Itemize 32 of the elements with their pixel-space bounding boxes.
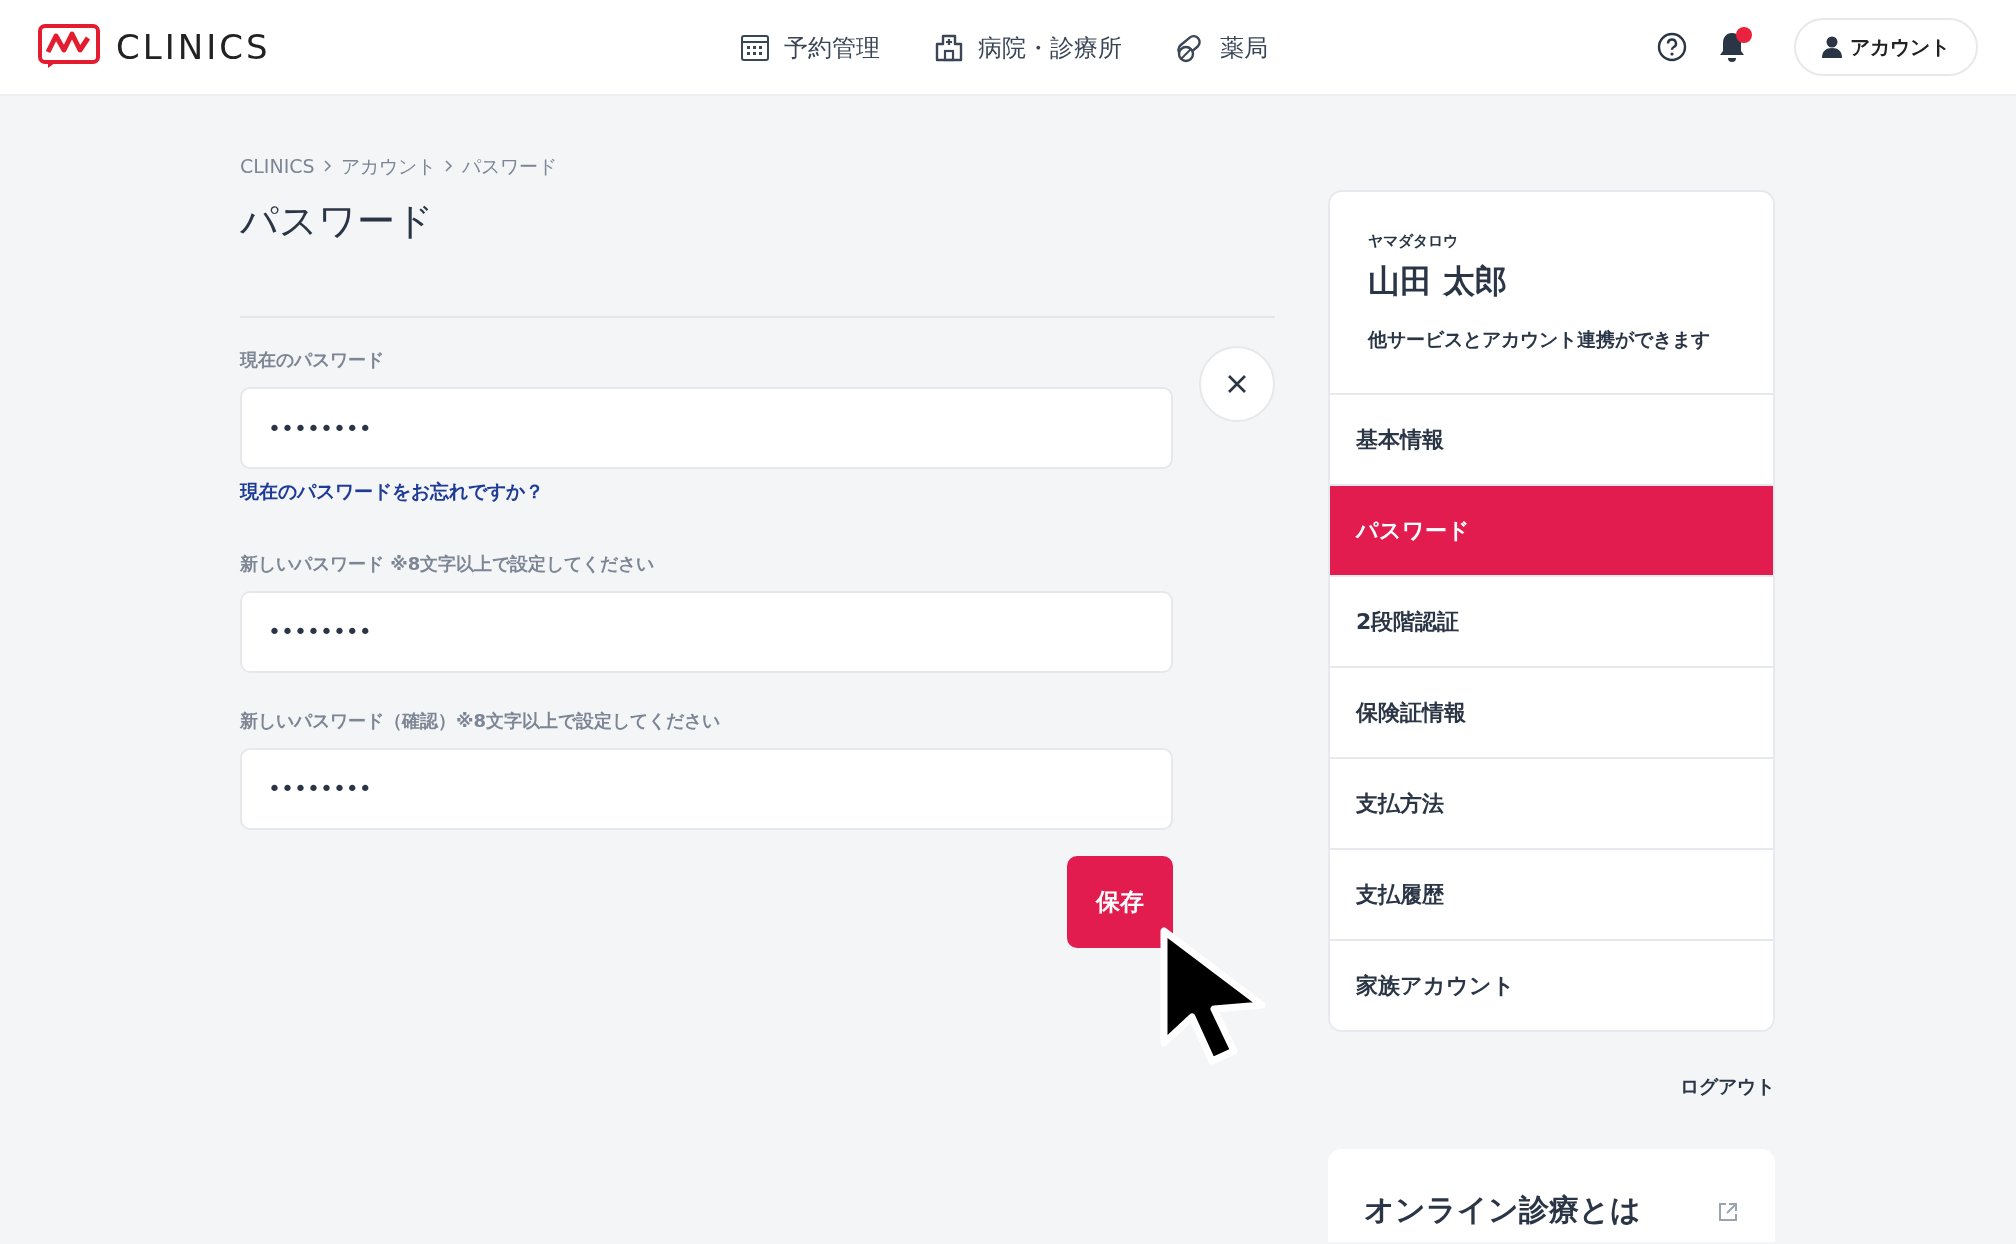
close-icon xyxy=(1227,374,1247,395)
user-name: 山田 太郎 xyxy=(1368,260,1509,302)
name-kana: ヤマダタロウ xyxy=(1368,231,1459,252)
field-label: 現在のパスワード xyxy=(240,348,385,373)
chevron-icon xyxy=(443,159,454,174)
breadcrumb-text: パスワード xyxy=(461,154,557,179)
hospital-icon xyxy=(934,32,964,64)
nav-link[interactable]: 病院・診療所 xyxy=(934,30,1122,66)
external-link-icon[interactable] xyxy=(1717,1200,1739,1223)
account-button[interactable]: アカウント xyxy=(1794,18,1978,76)
bell-icon[interactable] xyxy=(1718,31,1746,63)
forgot-password-link[interactable]: 現在のパスワードをお忘れですか？ xyxy=(240,477,544,506)
page-title: パスワード xyxy=(240,198,435,245)
menu-item[interactable]: パスワード xyxy=(1330,484,1773,575)
save-button[interactable]: 保存 xyxy=(1067,855,1173,948)
nav-link[interactable]: 予約管理 xyxy=(740,30,880,66)
field-label: 新しいパスワード ※8文字以上で設定してください xyxy=(240,551,656,576)
password-field[interactable]: •••••••• xyxy=(240,387,1173,470)
logo-icon xyxy=(38,24,100,70)
logo-text: CLINICS xyxy=(116,25,271,69)
logout-link[interactable]: ログアウト xyxy=(1680,1072,1775,1101)
profile-description: 他サービスとアカウント連携ができます xyxy=(1368,326,1711,352)
chevron-icon xyxy=(322,159,333,174)
calendar-icon xyxy=(740,32,770,64)
info-card-title: オンライン診療とは xyxy=(1364,1190,1641,1229)
person-icon xyxy=(1822,36,1842,58)
menu-item[interactable]: 家族アカウント xyxy=(1330,939,1773,1030)
help-icon[interactable] xyxy=(1656,31,1688,63)
password-field[interactable]: •••••••• xyxy=(240,747,1173,830)
nav-link[interactable]: 薬局 xyxy=(1176,30,1268,66)
password-field[interactable]: •••••••• xyxy=(240,590,1173,673)
field-label: 新しいパスワード（確認）※8文字以上で設定してください xyxy=(240,708,722,733)
